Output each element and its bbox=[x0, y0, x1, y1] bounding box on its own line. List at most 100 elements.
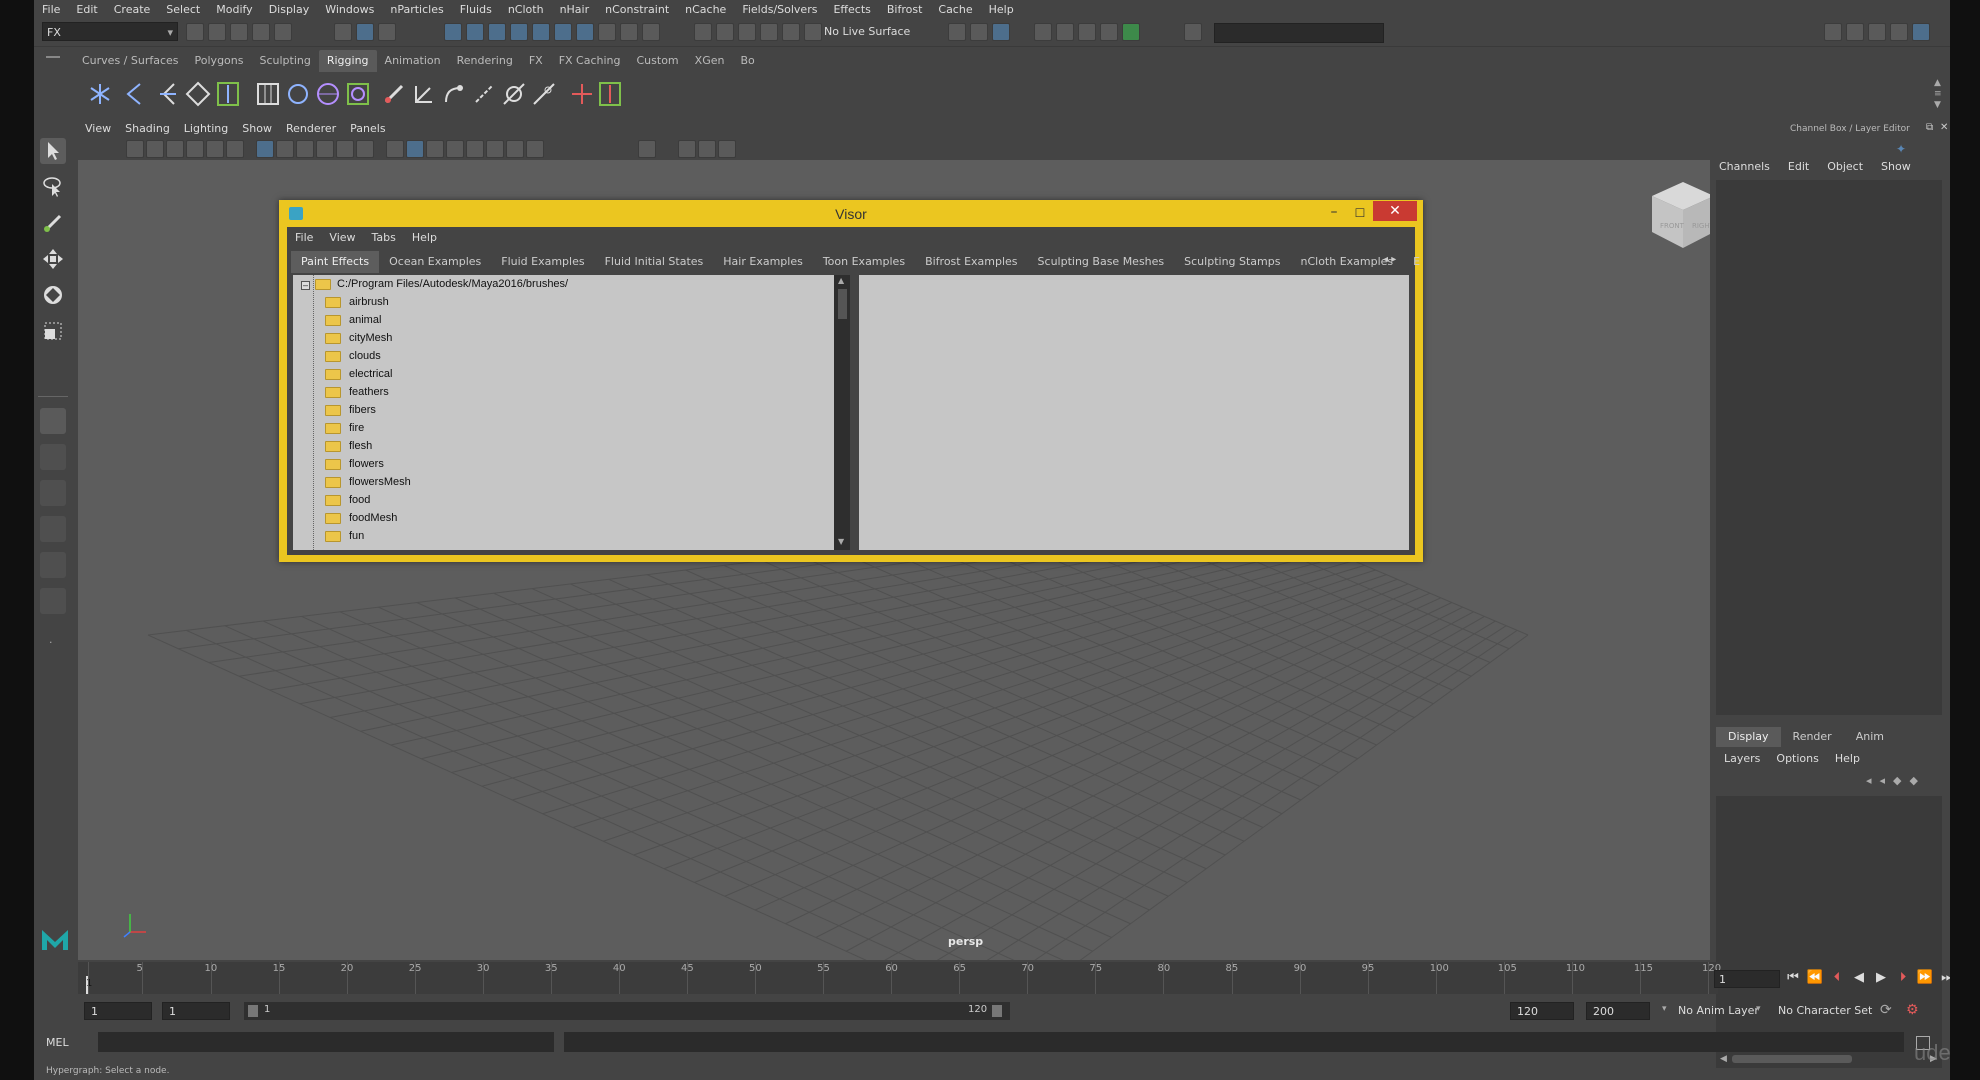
select-object-icon[interactable] bbox=[356, 23, 374, 41]
visor-tab-sculpting-stamps[interactable]: Sculpting Stamps bbox=[1174, 251, 1290, 273]
output-ops-icon[interactable] bbox=[716, 23, 734, 41]
render-region-icon[interactable] bbox=[948, 23, 966, 41]
panel-menu-panels[interactable]: Panels bbox=[343, 120, 392, 138]
time-slider[interactable]: 1 5 10 15 20 25 30 35 40 45 50 55 60 65 70 75 80 85 90 95 1… bbox=[78, 962, 1721, 994]
select-component-icon[interactable] bbox=[378, 23, 396, 41]
close-panel-icon[interactable]: ✕ bbox=[1940, 122, 1948, 133]
float-panel-icon[interactable]: ⧉ bbox=[1926, 122, 1933, 133]
panel-menu-show[interactable]: Show bbox=[235, 120, 279, 138]
channel-menu-edit[interactable]: Edit bbox=[1779, 160, 1818, 173]
make-live-icon[interactable] bbox=[532, 23, 550, 41]
play-backwards-icon[interactable]: ◀ bbox=[1850, 968, 1868, 988]
collapse-icon[interactable]: – bbox=[301, 281, 310, 290]
panel-menu-lighting[interactable]: Lighting bbox=[177, 120, 235, 138]
visor-menu-tabs[interactable]: Tabs bbox=[364, 229, 404, 247]
pole-vector-icon[interactable] bbox=[596, 80, 624, 108]
aim-constraint-icon[interactable] bbox=[530, 80, 558, 108]
anim-prefs-icon[interactable]: ⚙ bbox=[1906, 1002, 1919, 1018]
layer-tab-render[interactable]: Render bbox=[1781, 727, 1844, 747]
redo-icon[interactable] bbox=[274, 23, 292, 41]
layer-menu-layers[interactable]: Layers bbox=[1716, 752, 1768, 765]
gate-mask-icon[interactable] bbox=[316, 140, 334, 158]
scale-constraint-icon[interactable] bbox=[500, 80, 528, 108]
visor-tab-hair-examples[interactable]: Hair Examples bbox=[713, 251, 813, 273]
tree-folder-flowersmesh[interactable]: flowersMesh bbox=[293, 473, 833, 491]
gamma-icon[interactable] bbox=[718, 140, 736, 158]
shelf-tab-animation[interactable]: Animation bbox=[377, 50, 449, 72]
symmetry-icon[interactable] bbox=[598, 23, 616, 41]
mel-input[interactable] bbox=[98, 1032, 554, 1052]
snap-together-icon[interactable] bbox=[576, 23, 594, 41]
open-scene-icon[interactable] bbox=[208, 23, 226, 41]
range-slider[interactable] bbox=[244, 1002, 1010, 1020]
menu-create[interactable]: Create bbox=[106, 3, 159, 16]
light-editor-icon[interactable] bbox=[1100, 23, 1118, 41]
visor-menu-help[interactable]: Help bbox=[404, 229, 445, 247]
save-scene-icon[interactable] bbox=[230, 23, 248, 41]
menu-bifrost[interactable]: Bifrost bbox=[879, 3, 931, 16]
menu-nhair[interactable]: nHair bbox=[552, 3, 598, 16]
visor-tab-fluid-initial-states[interactable]: Fluid Initial States bbox=[595, 251, 714, 273]
visor-tab-bifrost-examples[interactable]: Bifrost Examples bbox=[915, 251, 1027, 273]
toggle-render-icon[interactable] bbox=[1122, 23, 1140, 41]
scroll-up-icon[interactable]: ▲ bbox=[838, 276, 844, 285]
safe-action-icon[interactable] bbox=[356, 140, 374, 158]
construction-history-icon[interactable] bbox=[738, 23, 756, 41]
shelf-scroll-icon[interactable]: ▲ ≡ ▼ bbox=[1934, 78, 1942, 111]
snap-point-icon[interactable] bbox=[488, 23, 506, 41]
mel-label[interactable]: MEL bbox=[46, 1036, 69, 1049]
layer-tab-display[interactable]: Display bbox=[1716, 727, 1781, 747]
shelf-tab-bo[interactable]: Bo bbox=[732, 50, 762, 72]
visor-menu-view[interactable]: View bbox=[321, 229, 363, 247]
snap-grid-icon[interactable] bbox=[444, 23, 462, 41]
channel-menu-object[interactable]: Object bbox=[1818, 160, 1872, 173]
scroll-down-icon[interactable]: ▼ bbox=[838, 537, 844, 546]
shelf-tab-rendering[interactable]: Rendering bbox=[449, 50, 521, 72]
auto-key-icon[interactable]: ⟳ bbox=[1880, 1002, 1892, 1018]
2d-pan-zoom-icon[interactable] bbox=[206, 140, 224, 158]
lasso-ops-icon[interactable] bbox=[760, 23, 778, 41]
visor-titlebar[interactable]: Visor – ☐ ✕ bbox=[279, 200, 1423, 227]
tree-folder-flowers[interactable]: flowers bbox=[293, 455, 833, 473]
skin-bind-icon[interactable] bbox=[184, 80, 212, 108]
layer-hscrollbar[interactable] bbox=[1732, 1055, 1852, 1063]
step-forward-key-icon[interactable]: ⏩ bbox=[1916, 968, 1934, 988]
ipr-render-icon[interactable] bbox=[992, 23, 1010, 41]
shadows-icon[interactable] bbox=[526, 140, 544, 158]
persp-graph-layout-icon[interactable] bbox=[40, 516, 66, 542]
menu-select[interactable]: Select bbox=[158, 3, 208, 16]
anim-layer-label[interactable]: No Anim Layer bbox=[1678, 1004, 1759, 1017]
modeling-toolkit-icon[interactable] bbox=[1824, 23, 1842, 41]
shape-ops-icon[interactable] bbox=[804, 23, 822, 41]
close-icon[interactable]: ✕ bbox=[1373, 201, 1417, 221]
tree-folder-citymesh[interactable]: cityMesh bbox=[293, 329, 833, 347]
visor-tab-paint-effects[interactable]: Paint Effects bbox=[291, 251, 380, 273]
channel-filter-icon[interactable]: ✦ bbox=[1896, 142, 1906, 156]
chevron-down-icon[interactable]: ▾ bbox=[1756, 1004, 1761, 1014]
shelf-tab-fx-caching[interactable]: FX Caching bbox=[551, 50, 629, 72]
playback-end-field[interactable]: 120 bbox=[1510, 1002, 1574, 1020]
menu-ncloth[interactable]: nCloth bbox=[500, 3, 552, 16]
ik-handle-icon[interactable] bbox=[120, 80, 148, 108]
tree-folder-flesh[interactable]: flesh bbox=[293, 437, 833, 455]
outliner-icon[interactable] bbox=[1890, 23, 1908, 41]
character-set-label[interactable]: No Character Set bbox=[1778, 1004, 1872, 1017]
visor-tab-toon-examples[interactable]: Toon Examples bbox=[813, 251, 915, 273]
shelf-tab-custom[interactable]: Custom bbox=[629, 50, 687, 72]
menu-edit[interactable]: Edit bbox=[68, 3, 105, 16]
visor-tab-fluid-examples[interactable]: Fluid Examples bbox=[491, 251, 594, 273]
exposure-icon[interactable] bbox=[698, 140, 716, 158]
shelf-tab-fx[interactable]: FX bbox=[521, 50, 551, 72]
render-setup-icon[interactable] bbox=[1078, 23, 1096, 41]
menu-file[interactable]: File bbox=[34, 3, 68, 16]
layer-menu-help[interactable]: Help bbox=[1827, 752, 1868, 765]
step-back-key-icon[interactable]: ⏪ bbox=[1806, 968, 1824, 988]
menu-display[interactable]: Display bbox=[261, 3, 318, 16]
visor-tab-e[interactable]: E bbox=[1403, 251, 1430, 273]
bookmarks-icon[interactable] bbox=[166, 140, 184, 158]
layer-list[interactable]: ◀ ▶ bbox=[1716, 796, 1942, 1068]
resolution-gate-icon[interactable] bbox=[296, 140, 314, 158]
tree-folder-fibers[interactable]: fibers bbox=[293, 401, 833, 419]
tree-folder-clouds[interactable]: clouds bbox=[293, 347, 833, 365]
shelf-tab-xgen[interactable]: XGen bbox=[687, 50, 733, 72]
